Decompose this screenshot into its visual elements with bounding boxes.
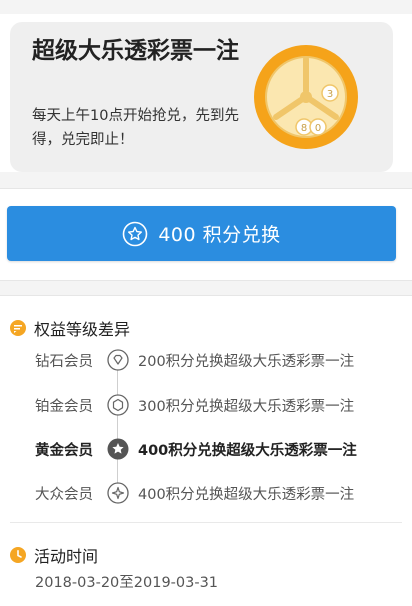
section-gap xyxy=(0,281,412,295)
svg-text:8: 8 xyxy=(301,123,307,134)
prize-title: 超级大乐透彩票一注 xyxy=(32,38,239,64)
diamond-icon xyxy=(107,349,129,371)
benefits-title: 权益等级差异 xyxy=(34,320,131,339)
clock-icon xyxy=(10,547,26,563)
hexagon-icon xyxy=(107,394,129,416)
level-desc: 300积分兑换超级大乐透彩票一注 xyxy=(138,398,355,415)
divider xyxy=(0,295,412,296)
star-icon xyxy=(107,438,129,460)
prize-card: 超级大乐透彩票一注 每天上午10点开始抢兑，先到先得，兑完即止！ 3 8 0 xyxy=(10,22,393,172)
sparkle-icon xyxy=(107,482,129,504)
level-desc: 400积分兑换超级大乐透彩票一注 xyxy=(138,486,355,503)
section-divider xyxy=(10,522,402,523)
prize-description: 每天上午10点开始抢兑，先到先得，兑完即止！ xyxy=(32,108,239,148)
benefits-heading: 权益等级差异 xyxy=(10,316,130,340)
level-name: 铂金会员 xyxy=(35,398,93,415)
star-icon xyxy=(123,221,148,246)
level-desc: 200积分兑换超级大乐透彩票一注 xyxy=(138,353,355,370)
level-name: 大众会员 xyxy=(35,486,93,503)
level-name: 黄金会员 xyxy=(35,442,93,459)
level-row-platinum: 铂金会员 300积分兑换超级大乐透彩票一注 xyxy=(35,393,395,417)
level-name: 钻石会员 xyxy=(35,353,93,370)
activity-range: 2018-03-20至2019-03-31 xyxy=(35,575,219,591)
activity-heading: 活动时间 xyxy=(10,543,98,567)
level-timeline xyxy=(117,368,118,491)
svg-text:0: 0 xyxy=(315,123,321,134)
level-row-diamond: 钻石会员 200积分兑换超级大乐透彩票一注 xyxy=(35,348,395,372)
svg-text:3: 3 xyxy=(327,89,333,100)
level-row-basic: 大众会员 400积分兑换超级大乐透彩票一注 xyxy=(35,481,395,505)
message-icon xyxy=(10,320,26,336)
redeem-label: 400 积分兑换 xyxy=(158,224,281,246)
level-desc: 400积分兑换超级大乐透彩票一注 xyxy=(138,442,357,459)
divider xyxy=(0,188,412,189)
lottery-wheel-icon: 3 8 0 xyxy=(254,45,358,149)
top-band xyxy=(0,0,412,14)
activity-title: 活动时间 xyxy=(34,547,99,566)
redeem-button[interactable]: 400 积分兑换 xyxy=(7,206,396,261)
card-bottom-band xyxy=(0,172,412,188)
level-row-gold: 黄金会员 400积分兑换超级大乐透彩票一注 xyxy=(35,437,395,461)
